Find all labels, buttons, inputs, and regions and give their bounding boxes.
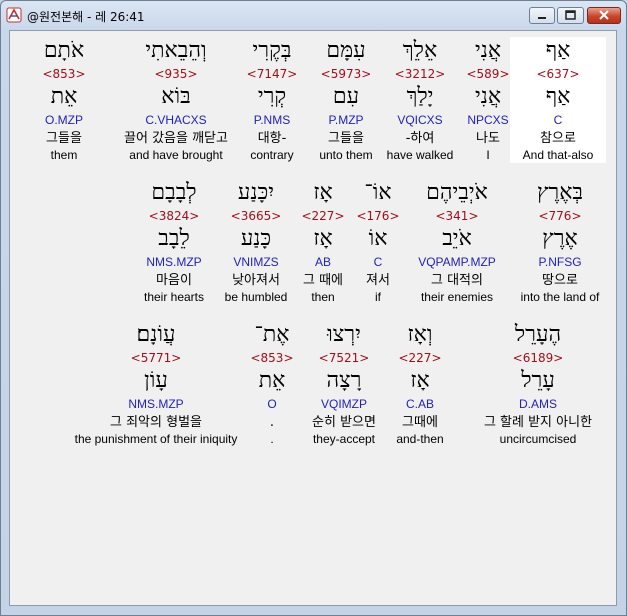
morphology-code: NMS.MZP — [146, 255, 202, 269]
strong-number: <3665> — [230, 209, 282, 223]
minimize-button[interactable] — [529, 7, 555, 24]
hebrew-word: בְּאֶרֶץ — [536, 180, 584, 205]
hebrew-lemma: לֵבָב — [158, 226, 190, 251]
english-gloss: into the land of — [520, 290, 600, 304]
morphology-code: VNIMZS — [233, 255, 279, 269]
korean-gloss: 그 죄악의 형벌을 — [110, 415, 202, 430]
interlinear-word[interactable]: בְּאֶרֶץ <776> אֶרֶץ P.NFSG 땅으로 into the land… — [512, 179, 608, 305]
interlinear-word[interactable]: אֹתָם <853> אֵת O.MZP 그들을 them — [16, 37, 112, 163]
korean-gloss: 땅으로 — [542, 273, 578, 288]
morphology-code: C.VHACXS — [145, 113, 207, 127]
korean-gloss: 그들을 — [46, 131, 82, 146]
interlinear-word[interactable]: עֲוֹנָם׃ <5771> עָוֹן NMS.MZP 그 죄악의 형벌을 the p… — [56, 321, 256, 447]
korean-gloss: 낮아져서 — [232, 273, 280, 288]
strong-number: <3824> — [148, 209, 200, 223]
morphology-code: P.NFSG — [538, 255, 582, 269]
hebrew-word: לְבָבָם — [151, 180, 197, 205]
english-gloss: uncircumcised — [499, 432, 577, 446]
english-gloss: and have brought — [129, 148, 223, 162]
strong-number: <935> — [154, 67, 198, 81]
app-window: @원전본해 - 레 26:41 אַף <637> אַף C 참으로 And that-… — [0, 0, 627, 616]
english-gloss: their hearts — [143, 290, 205, 304]
hebrew-lemma: אֵת — [50, 84, 78, 109]
interlinear-word[interactable]: יִכָּנַע <3665> כָּנַע VNIMZS 낮아져서 be humbled — [208, 179, 304, 305]
interlinear-word[interactable]: לְבָבָם <3824> לֵבָב NMS.MZP 마음이 their hearts — [126, 179, 222, 305]
hebrew-word: הֶעָרֵל — [514, 322, 562, 347]
hebrew-word: עֲוֹנָם׃ — [136, 322, 176, 347]
english-gloss: be humbled — [224, 290, 288, 304]
close-icon — [599, 10, 609, 20]
english-gloss: the punishment of their iniquity — [74, 432, 238, 446]
close-button[interactable] — [587, 7, 621, 24]
hebrew-lemma: כָּנַע — [240, 226, 272, 251]
interlinear-word[interactable]: הֶעָרֵל <6189> עָרֵל D.AMS 그 할례 받지 아니한 uncirc… — [463, 321, 613, 447]
morphology-code: D.AMS — [518, 397, 557, 411]
interlinear-word[interactable]: וְהֵבֵאתִי <935> בּוֹא C.VHACXS 끌어 갔음을 깨닫고 an… — [106, 37, 246, 163]
english-gloss: them — [50, 148, 78, 162]
korean-gloss: 끌어 갔음을 깨닫고 — [124, 131, 228, 146]
hebrew-word: אֹתָם — [43, 38, 85, 63]
interlinear-view[interactable]: אַף <637> אַף C 참으로 And that-also אֲנִי <589> אֲ… — [9, 30, 617, 606]
hebrew-word: יִכָּנַע — [237, 180, 275, 205]
hebrew-word: וְהֵבֵאתִי — [145, 38, 207, 63]
strong-number: <853> — [42, 67, 86, 81]
maximize-icon — [565, 10, 576, 20]
korean-gloss: 그 할례 받지 아니한 — [483, 415, 593, 430]
hebrew-lemma: עָרֵל — [521, 368, 555, 393]
korean-gloss: 마음이 — [156, 273, 192, 288]
hebrew-lemma: אֶרֶץ — [542, 226, 578, 251]
strong-number: <6189> — [512, 351, 564, 365]
hebrew-lemma: בּוֹא — [161, 84, 191, 109]
strong-number: <5771> — [130, 351, 182, 365]
minimize-icon — [538, 17, 546, 19]
morphology-code: O.MZP — [45, 113, 83, 127]
morphology-code: NMS.MZP — [128, 397, 184, 411]
strong-number: <776> — [538, 209, 582, 223]
bible-app-icon — [6, 7, 22, 23]
maximize-button[interactable] — [557, 7, 584, 24]
title-bar[interactable]: @원전본해 - 레 26:41 — [1, 1, 626, 29]
window-title: @원전본해 - 레 26:41 — [27, 10, 145, 24]
hebrew-lemma: עָוֹן — [144, 368, 168, 393]
